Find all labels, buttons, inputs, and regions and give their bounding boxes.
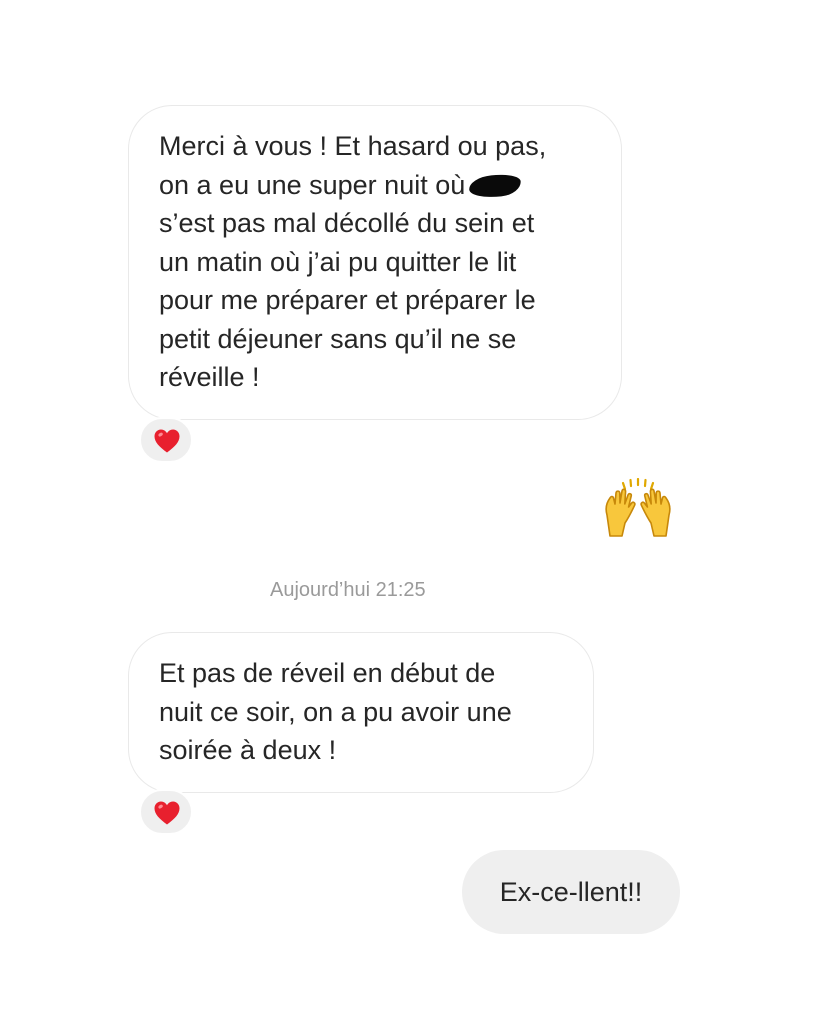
raising-hands-icon-graphic — [605, 477, 671, 537]
message-line: réveille ! — [159, 362, 260, 392]
message-line: un matin où j’ai pu quitter le lit — [159, 246, 517, 277]
reaction-badge[interactable] — [139, 417, 193, 463]
sent-message-text: Ex-ce-llent!! — [499, 877, 643, 907]
raising-hands-icon[interactable] — [600, 477, 676, 540]
heart-icon — [154, 429, 180, 453]
message-line: Et pas de réveil en début de — [159, 658, 496, 688]
heart-icon — [154, 801, 180, 825]
redacted-name-scribble — [468, 171, 523, 200]
received-message-bubble[interactable]: Et pas de réveil en début de nuit ce soi… — [128, 632, 594, 793]
message-line: nuit ce soir, on a pu avoir une — [159, 696, 512, 727]
message-line: soirée à deux ! — [159, 735, 337, 765]
timestamp: Aujourd’hui 21:25 — [270, 579, 426, 601]
message-line: pour me préparer et préparer le — [159, 285, 536, 315]
message-line: petit déjeuner sans qu’il ne se — [159, 323, 517, 354]
received-message-bubble[interactable]: Merci à vous ! Et hasard ou pas, on a eu… — [128, 105, 622, 420]
message-line: on a eu une super nuit où — [159, 166, 593, 205]
message-line-text: on a eu une super nuit où — [159, 169, 466, 200]
message-line: s’est pas mal décollé du sein et — [159, 208, 535, 238]
sent-message-bubble[interactable]: Ex-ce-llent!! — [462, 850, 680, 934]
reaction-badge[interactable] — [139, 789, 193, 835]
message-line: Merci à vous ! Et hasard ou pas, — [159, 131, 547, 161]
